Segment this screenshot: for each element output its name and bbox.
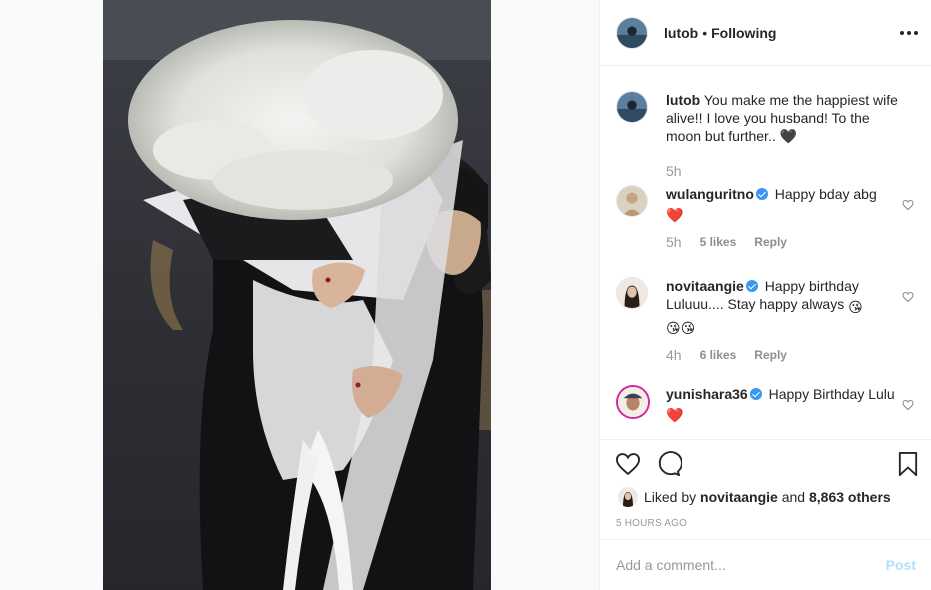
liker-avatar[interactable] [618, 487, 638, 507]
comment-likes[interactable]: 5 likes [700, 235, 737, 249]
comment-like-heart-icon[interactable] [902, 199, 914, 211]
avatar-image [617, 278, 647, 308]
verified-badge-icon [755, 188, 768, 200]
post-side-panel: lutob • Following lutob You make me the … [599, 0, 931, 590]
reply-button[interactable]: Reply [754, 348, 787, 362]
author-avatar[interactable] [616, 16, 648, 49]
heart-outline [902, 399, 914, 411]
verified-badge-icon [745, 280, 758, 292]
comment-bubble [658, 451, 683, 477]
dot [914, 31, 918, 35]
add-comment-input[interactable] [616, 557, 886, 573]
comment-username[interactable]: novitaangie [666, 278, 744, 294]
commenter-avatar[interactable] [616, 277, 648, 309]
heart-outline [902, 199, 914, 211]
more-options-icon[interactable] [900, 24, 918, 42]
comment-like-heart-icon[interactable] [902, 399, 914, 411]
commenter-avatar[interactable] [616, 185, 648, 217]
avatar-image [617, 186, 647, 216]
caption: lutob You make me the happiest wife aliv… [616, 91, 916, 179]
comment-likes[interactable]: 6 likes [700, 348, 737, 362]
liked-by-middle: and [781, 489, 806, 505]
header-username[interactable]: lutob [664, 25, 698, 41]
verified-badge-icon [749, 388, 762, 400]
red-heart-emoji: ❤️ [666, 207, 684, 223]
post-header: lutob • Following [600, 0, 931, 66]
photo-viewer-area [0, 0, 599, 590]
author-avatar-image [617, 17, 647, 48]
caption-author-avatar[interactable] [616, 91, 648, 123]
caption-meta: 5h [666, 163, 916, 179]
comment-meta: 5h 5 likes Reply [666, 234, 916, 250]
comment-body: yunishara36 Happy Birthday Lulu ❤️ [666, 385, 906, 424]
comment-meta: 4h 6 likes Reply [666, 347, 916, 363]
post-timestamp[interactable]: 5 HOURS AGO [616, 518, 687, 529]
comment-body: wulanguritno Happy bday abg ❤️ [666, 185, 906, 224]
author-avatar-image [617, 92, 647, 122]
caption-username[interactable]: lutob [666, 92, 700, 108]
comment-body: novitaangie Happy birthday Luluuu.... St… [666, 277, 906, 337]
comment-text: Happy Birthday Lulu [768, 386, 895, 402]
liked-by-prefix: Liked by [644, 489, 697, 505]
comment-username[interactable]: yunishara36 [666, 386, 748, 402]
avatar-image [618, 487, 638, 507]
comment-icon[interactable] [654, 450, 683, 478]
comment-like-heart-icon[interactable] [902, 291, 914, 303]
dot [907, 31, 911, 35]
liked-by-others[interactable]: 8,863 others [809, 489, 891, 505]
heart-icon[interactable] [614, 450, 642, 478]
header-separator: • [702, 24, 708, 41]
liked-by-user[interactable]: novitaangie [700, 489, 778, 505]
like-heart-outline [615, 453, 641, 476]
post-photo[interactable] [103, 0, 491, 590]
action-bar [614, 450, 918, 478]
kiss-emoji: 😘 [848, 299, 863, 315]
post-comment-button[interactable]: Post [886, 557, 916, 573]
reply-button[interactable]: Reply [754, 235, 787, 249]
commenter-avatar-story-ring[interactable] [616, 385, 650, 419]
caption-time[interactable]: 5h [666, 163, 682, 179]
comment-item: wulanguritno Happy bday abg ❤️ 5h 5 like… [616, 185, 916, 250]
comment-time[interactable]: 4h [666, 347, 682, 363]
photo-illustration [103, 0, 491, 590]
following-button[interactable]: Following [711, 25, 776, 41]
liked-by-line: Liked by novitaangie and 8,863 others [618, 487, 891, 507]
avatar-image [618, 387, 648, 417]
bookmark-icon[interactable] [894, 450, 922, 478]
black-heart-emoji: 🖤 [779, 128, 798, 144]
comment-text: Happy bday abg [774, 186, 877, 202]
comment-item: novitaangie Happy birthday Luluuu.... St… [616, 277, 916, 363]
kiss-emoji-pair: 😘😘 [666, 320, 696, 336]
comment-time[interactable]: 5h [666, 234, 682, 250]
add-comment-bar: Post [600, 539, 931, 590]
comments-list[interactable]: lutob You make me the happiest wife aliv… [600, 67, 931, 439]
red-heart-emoji: ❤️ [666, 407, 684, 423]
dot [900, 31, 904, 35]
comment-username[interactable]: wulanguritno [666, 186, 754, 202]
caption-body: lutob You make me the happiest wife aliv… [666, 91, 906, 145]
comment-item: yunishara36 Happy Birthday Lulu ❤️ [616, 385, 916, 424]
save-bookmark [898, 451, 918, 477]
heart-outline [902, 291, 914, 303]
